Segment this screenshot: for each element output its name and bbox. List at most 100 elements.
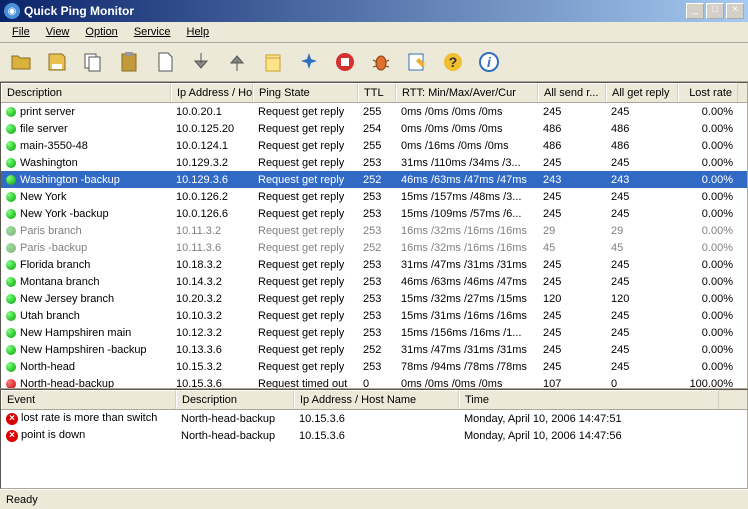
bug-icon[interactable]: [366, 47, 396, 77]
cell-state: Request get reply: [253, 106, 358, 118]
cell-desc: New Hampshiren main: [20, 327, 131, 339]
table-row[interactable]: New Hampshiren main10.12.3.2Request get …: [1, 324, 747, 341]
sparkle-icon[interactable]: [294, 47, 324, 77]
new-doc-icon[interactable]: [150, 47, 180, 77]
open-folder-icon[interactable]: [6, 47, 36, 77]
cell-get: 245: [606, 344, 678, 356]
table-row[interactable]: file server10.0.125.20Request get reply2…: [1, 120, 747, 137]
event-ip: 10.15.3.6: [294, 413, 459, 425]
cell-ttl: 255: [358, 106, 396, 118]
table-row[interactable]: Paris branch10.11.3.2Request get reply25…: [1, 222, 747, 239]
table-row[interactable]: Montana branch10.14.3.2Request get reply…: [1, 273, 747, 290]
event-row[interactable]: ×lost rate is more than switchNorth-head…: [1, 410, 747, 427]
cell-ip: 10.0.126.6: [171, 208, 253, 220]
cell-rtt: 31ms /47ms /31ms /31ms: [396, 344, 538, 356]
cell-lost: 0.00%: [678, 208, 738, 220]
table-row[interactable]: main-3550-4810.0.124.1Request get reply2…: [1, 137, 747, 154]
cell-lost: 0.00%: [678, 242, 738, 254]
status-text: Ready: [6, 494, 38, 506]
ecol-time[interactable]: Time: [459, 390, 719, 409]
save-icon[interactable]: [42, 47, 72, 77]
cell-desc: New York: [20, 191, 66, 203]
cell-rtt: 0ms /16ms /0ms /0ms: [396, 140, 538, 152]
host-list[interactable]: Description Ip Address / Host... Ping St…: [0, 82, 748, 389]
cell-send: 486: [538, 140, 606, 152]
table-row[interactable]: New York10.0.126.2Request get reply25315…: [1, 188, 747, 205]
event-panel[interactable]: Event Description Ip Address / Host Name…: [0, 389, 748, 489]
menu-file[interactable]: File: [4, 24, 38, 40]
cell-desc: Washington: [20, 157, 78, 169]
cell-ttl: 253: [358, 327, 396, 339]
cell-rtt: 15ms /156ms /16ms /1...: [396, 327, 538, 339]
cell-ip: 10.20.3.2: [171, 293, 253, 305]
close-button[interactable]: ×: [726, 3, 744, 19]
table-row[interactable]: New Jersey branch10.20.3.2Request get re…: [1, 290, 747, 307]
col-getreply[interactable]: All get reply: [606, 83, 678, 102]
cell-rtt: 0ms /0ms /0ms /0ms: [396, 106, 538, 118]
table-row[interactable]: Florida branch10.18.3.2Request get reply…: [1, 256, 747, 273]
status-dot-icon: [6, 209, 16, 219]
menubar: File View Option Service Help: [0, 22, 748, 43]
cell-rtt: 15ms /157ms /48ms /3...: [396, 191, 538, 203]
help-icon[interactable]: ?: [438, 47, 468, 77]
note-icon[interactable]: [258, 47, 288, 77]
cell-ttl: 253: [358, 208, 396, 220]
table-row[interactable]: Washington -backup10.129.3.6Request get …: [1, 171, 747, 188]
cell-rtt: 16ms /32ms /16ms /16ms: [396, 225, 538, 237]
cell-lost: 0.00%: [678, 123, 738, 135]
paste-icon[interactable]: [114, 47, 144, 77]
status-dot-icon: [6, 107, 16, 117]
table-row[interactable]: print server10.0.20.1Request get reply25…: [1, 103, 747, 120]
menu-view[interactable]: View: [38, 24, 78, 40]
table-row[interactable]: Utah branch10.10.3.2Request get reply253…: [1, 307, 747, 324]
edit-icon[interactable]: [402, 47, 432, 77]
cell-send: 245: [538, 327, 606, 339]
table-row[interactable]: Paris -backup10.11.3.6Request get reply2…: [1, 239, 747, 256]
ecol-ip[interactable]: Ip Address / Host Name: [294, 390, 459, 409]
table-row[interactable]: New York -backup10.0.126.6Request get re…: [1, 205, 747, 222]
cell-state: Request get reply: [253, 310, 358, 322]
cell-get: 245: [606, 327, 678, 339]
status-dot-icon: [6, 294, 16, 304]
col-rtt[interactable]: RTT: Min/Max/Aver/Cur: [396, 83, 538, 102]
cell-rtt: 0ms /0ms /0ms /0ms: [396, 378, 538, 390]
cell-send: 245: [538, 259, 606, 271]
event-ip: 10.15.3.6: [294, 430, 459, 442]
cell-desc: Montana branch: [20, 276, 100, 288]
arrow-up-icon[interactable]: [222, 47, 252, 77]
menu-option[interactable]: Option: [77, 24, 125, 40]
table-row[interactable]: North-head10.15.3.2Request get reply2537…: [1, 358, 747, 375]
col-send[interactable]: All send r...: [538, 83, 606, 102]
col-lostrate[interactable]: Lost rate: [678, 83, 738, 102]
cell-get: 486: [606, 140, 678, 152]
table-row[interactable]: Washington10.129.3.2Request get reply253…: [1, 154, 747, 171]
cell-lost: 0.00%: [678, 191, 738, 203]
table-row[interactable]: New Hampshiren -backup10.13.3.6Request g…: [1, 341, 747, 358]
stop-icon[interactable]: [330, 47, 360, 77]
arrow-down-icon[interactable]: [186, 47, 216, 77]
cell-state: Request get reply: [253, 157, 358, 169]
info-icon[interactable]: i: [474, 47, 504, 77]
col-description[interactable]: Description: [1, 83, 171, 102]
cell-get: 245: [606, 157, 678, 169]
cell-ttl: 254: [358, 123, 396, 135]
maximize-button[interactable]: □: [706, 3, 724, 19]
ecol-event[interactable]: Event: [1, 390, 176, 409]
cell-send: 243: [538, 174, 606, 186]
event-row[interactable]: ×point is downNorth-head-backup10.15.3.6…: [1, 427, 747, 444]
cell-rtt: 46ms /63ms /46ms /47ms: [396, 276, 538, 288]
menu-help[interactable]: Help: [179, 24, 218, 40]
cell-state: Request get reply: [253, 293, 358, 305]
cell-state: Request get reply: [253, 259, 358, 271]
cell-state: Request get reply: [253, 344, 358, 356]
col-ttl[interactable]: TTL: [358, 83, 396, 102]
copy-icon[interactable]: [78, 47, 108, 77]
cell-send: 486: [538, 123, 606, 135]
cell-send: 245: [538, 361, 606, 373]
table-row[interactable]: North-head-backup10.15.3.6Request timed …: [1, 375, 747, 389]
col-ip[interactable]: Ip Address / Host...: [171, 83, 253, 102]
col-pingstate[interactable]: Ping State: [253, 83, 358, 102]
ecol-desc[interactable]: Description: [176, 390, 294, 409]
menu-service[interactable]: Service: [126, 24, 179, 40]
minimize-button[interactable]: _: [686, 3, 704, 19]
